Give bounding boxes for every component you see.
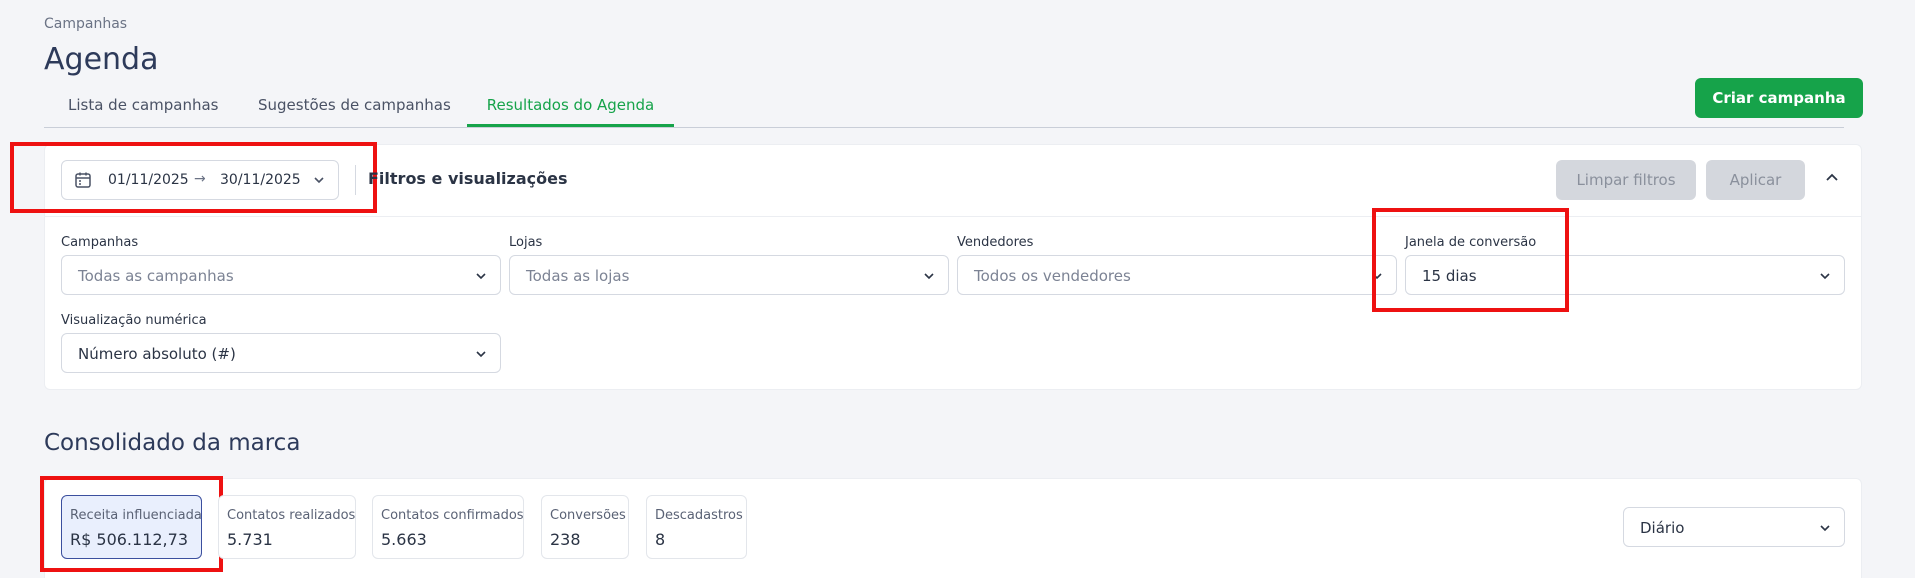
tab-sugestoes-campanhas[interactable]: Sugestões de campanhas [258, 96, 451, 127]
highlight-receita [40, 476, 223, 572]
tab-lista-campanhas[interactable]: Lista de campanhas [68, 96, 218, 127]
lojas-value: Todas as lojas [526, 267, 630, 285]
clear-filters-button[interactable]: Limpar filtros [1556, 160, 1696, 200]
campanhas-value: Todas as campanhas [78, 267, 234, 285]
metric-value: 5.663 [381, 530, 427, 549]
chevron-down-icon [924, 273, 934, 280]
apply-button[interactable]: Aplicar [1706, 160, 1805, 200]
metric-value: 8 [655, 530, 666, 549]
lojas-label: Lojas [509, 235, 543, 250]
filters-title: Filtros e visualizações [368, 169, 568, 188]
chevron-down-icon [1820, 525, 1830, 532]
chevron-down-icon [476, 273, 486, 280]
vendedores-label: Vendedores [957, 235, 1034, 250]
tab-bar: Lista de campanhas Sugestões de campanha… [44, 92, 1844, 128]
breadcrumb[interactable]: Campanhas [44, 16, 127, 32]
highlight-janela-conversao [1372, 208, 1569, 312]
metric-contatos-realizados[interactable]: Contatos realizados 5.731 [218, 495, 356, 559]
consolidado-title: Consolidado da marca [44, 430, 301, 456]
create-campaign-button[interactable]: Criar campanha [1695, 78, 1863, 118]
chevron-down-icon [476, 351, 486, 358]
campanhas-select[interactable]: Todas as campanhas [61, 255, 501, 295]
tab-resultados-agenda[interactable]: Resultados do Agenda [467, 96, 674, 127]
visualizacao-label: Visualização numérica [61, 313, 207, 328]
divider [355, 165, 356, 195]
metric-label: Contatos confirmados [381, 508, 524, 523]
vendedores-value: Todos os vendedores [974, 267, 1131, 285]
metric-label: Descadastros [655, 508, 743, 523]
chevron-up-icon[interactable] [1824, 170, 1840, 186]
metric-contatos-confirmados[interactable]: Contatos confirmados 5.663 [372, 495, 524, 559]
highlight-date-range [10, 142, 377, 213]
visualizacao-value: Número absoluto (#) [78, 345, 236, 363]
campanhas-label: Campanhas [61, 235, 139, 250]
metric-label: Contatos realizados [227, 508, 356, 523]
lojas-select[interactable]: Todas as lojas [509, 255, 949, 295]
metric-value: 238 [550, 530, 581, 549]
period-select[interactable]: Diário [1623, 507, 1845, 547]
page-title: Agenda [44, 42, 159, 77]
divider [44, 216, 1862, 217]
metric-conversoes[interactable]: Conversões 238 [541, 495, 629, 559]
vendedores-select[interactable]: Todos os vendedores [957, 255, 1397, 295]
period-value: Diário [1640, 519, 1685, 537]
metric-value: 5.731 [227, 530, 273, 549]
metric-descadastros[interactable]: Descadastros 8 [646, 495, 747, 559]
visualizacao-select[interactable]: Número absoluto (#) [61, 333, 501, 373]
metric-label: Conversões [550, 508, 626, 523]
chevron-down-icon [1820, 273, 1830, 280]
